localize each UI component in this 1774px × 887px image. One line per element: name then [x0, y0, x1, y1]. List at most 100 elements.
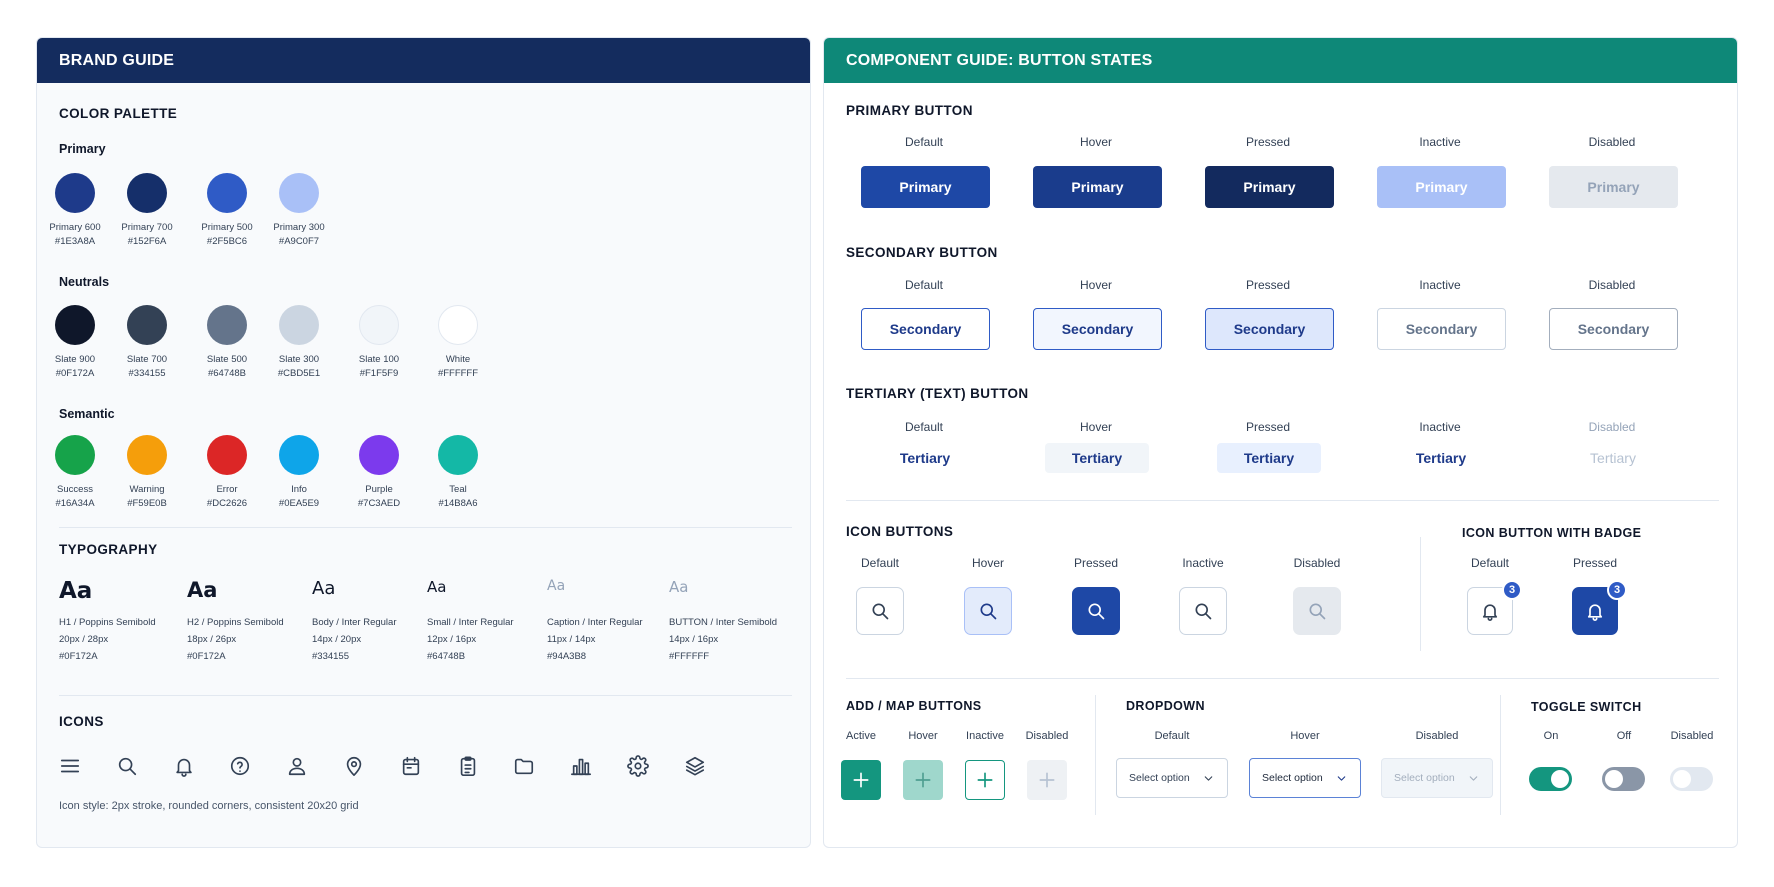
- primary-button-title: PRIMARY BUTTON: [846, 103, 973, 118]
- icon-button-disabled[interactable]: [1293, 587, 1341, 635]
- color-swatch-hex: #152F6A: [127, 236, 167, 247]
- clipboard-icon: [454, 752, 482, 780]
- add-button-hover[interactable]: [903, 760, 943, 800]
- color-swatch-hex: #FFFFFF: [437, 368, 479, 379]
- add-button-inactive[interactable]: [965, 760, 1005, 800]
- type-spec: Caption / Inter Regular: [547, 617, 643, 628]
- divider: [846, 678, 1719, 679]
- bar-chart-icon: [571, 758, 592, 776]
- type-color: #FFFFFF: [669, 651, 710, 662]
- neutral-colors-title: Neutrals: [59, 275, 110, 289]
- tertiary-button-default[interactable]: Tertiary: [873, 443, 977, 473]
- dropdown-disabled[interactable]: Select option: [1381, 758, 1493, 798]
- search-icon: [1195, 603, 1212, 620]
- type-size: 14px / 16px: [669, 634, 719, 645]
- icon-badge-title: ICON BUTTON WITH BADGE: [1462, 526, 1642, 540]
- color-swatch: Slate 700 #334155: [107, 305, 187, 379]
- secondary-button-hover[interactable]: Secondary: [1033, 308, 1162, 350]
- toggle-knob: [1551, 770, 1569, 788]
- calendar-icon: [397, 752, 425, 780]
- state-label-hover: Hover: [1079, 420, 1112, 434]
- dropdown-placeholder: Select option: [1129, 772, 1190, 784]
- color-swatch-hex: #7C3AED: [357, 498, 401, 509]
- secondary-button-default[interactable]: Secondary: [861, 308, 990, 350]
- color-swatch-name: Slate 700: [126, 354, 168, 365]
- secondary-button-pressed[interactable]: Secondary: [1205, 308, 1334, 350]
- add-button-active[interactable]: [841, 760, 881, 800]
- brand-guide-header: BRAND GUIDE: [37, 38, 810, 83]
- secondary-button-title: SECONDARY BUTTON: [846, 245, 998, 260]
- color-swatch: Slate 500 #64748B: [187, 305, 267, 379]
- type-sample-glyph: Aa: [312, 578, 336, 599]
- secondary-button-disabled[interactable]: Secondary: [1549, 308, 1678, 350]
- icon-button-inactive[interactable]: [1179, 587, 1227, 635]
- color-swatch-circle: [55, 305, 95, 345]
- add-button-disabled[interactable]: [1027, 760, 1067, 800]
- state-label-disabled: Disabled: [1293, 556, 1341, 570]
- state-label-default: Default: [904, 420, 944, 434]
- tertiary-button-pressed[interactable]: Tertiary: [1217, 443, 1321, 473]
- color-swatch-name: Primary 500: [201, 222, 253, 233]
- color-swatch-name: Slate 500: [206, 354, 248, 365]
- type-sample-glyph: Aa: [427, 578, 447, 596]
- toggle-switch-off[interactable]: [1602, 767, 1645, 791]
- state-label-disabled: Disabled: [1588, 278, 1636, 292]
- color-swatch-name: Primary 600: [49, 222, 101, 233]
- dropdown-default[interactable]: Select option: [1116, 758, 1228, 798]
- type-sample-glyph: Aa: [187, 578, 218, 602]
- icon-button-default[interactable]: [856, 587, 904, 635]
- tertiary-button-disabled[interactable]: Tertiary: [1561, 443, 1665, 473]
- notification-badge: 3: [1607, 580, 1627, 600]
- bell-icon: [170, 752, 198, 780]
- primary-colors-title: Primary: [59, 142, 106, 156]
- type-spec: H2 / Poppins Semibold: [187, 617, 284, 628]
- color-swatch-hex: #64748B: [207, 368, 247, 379]
- tertiary-button-title: TERTIARY (TEXT) BUTTON: [846, 386, 1029, 401]
- type-size: 18px / 26px: [187, 634, 237, 645]
- color-swatch-hex: #334155: [128, 368, 166, 379]
- gear-icon: [627, 755, 649, 777]
- help-icon: [231, 756, 250, 776]
- state-label-default: Default: [904, 135, 944, 149]
- dropdown-hover[interactable]: Select option: [1249, 758, 1361, 798]
- search-icon: [1309, 603, 1326, 620]
- color-swatch-hex: #A9C0F7: [278, 236, 320, 247]
- secondary-button-inactive[interactable]: Secondary: [1377, 308, 1506, 350]
- state-label-inactive: Inactive: [1419, 420, 1461, 434]
- type-sample-glyph: Aa: [669, 578, 689, 596]
- primary-button-pressed[interactable]: Primary: [1205, 166, 1334, 208]
- tertiary-button-inactive[interactable]: Tertiary: [1389, 443, 1493, 473]
- color-swatch-name: Teal: [449, 484, 467, 495]
- color-swatch-name: Slate 900: [54, 354, 96, 365]
- semantic-colors-title: Semantic: [59, 407, 115, 421]
- icon-badge-button-pressed[interactable]: 3: [1572, 580, 1627, 635]
- search-icon: [1088, 603, 1105, 620]
- menu-icon: [60, 759, 80, 773]
- type-color: #334155: [312, 651, 349, 662]
- divider: [1420, 537, 1421, 651]
- toggle-switch-disabled[interactable]: [1670, 767, 1713, 791]
- color-swatch: Slate 900 #0F172A: [37, 305, 115, 379]
- color-swatch-hex: #F1F5F9: [359, 368, 399, 379]
- color-swatch: Success #16A34A: [37, 435, 115, 509]
- color-swatch: Error #DC2626: [187, 435, 267, 509]
- icon-button-pressed[interactable]: [1072, 587, 1120, 635]
- tertiary-button-hover[interactable]: Tertiary: [1045, 443, 1149, 473]
- icon-badge-button-default[interactable]: 3: [1467, 580, 1522, 635]
- notification-badge: 3: [1502, 580, 1522, 600]
- divider: [59, 695, 792, 696]
- color-swatch-circle: [438, 305, 478, 345]
- state-label-disabled: Disabled: [1415, 730, 1459, 742]
- clipboard-icon: [460, 756, 475, 776]
- divider: [1095, 695, 1096, 815]
- primary-button-hover[interactable]: Primary: [1033, 166, 1162, 208]
- primary-button-inactive[interactable]: Primary: [1377, 166, 1506, 208]
- toggle-switch-on[interactable]: [1529, 767, 1572, 791]
- primary-button-default[interactable]: Primary: [861, 166, 990, 208]
- color-swatch-name: Slate 300: [278, 354, 320, 365]
- type-spec: Body / Inter Regular: [312, 617, 397, 628]
- search-icon: [118, 757, 136, 776]
- icon-button-hover[interactable]: [964, 587, 1012, 635]
- primary-button-disabled[interactable]: Primary: [1549, 166, 1678, 208]
- type-spec: Small / Inter Regular: [427, 617, 514, 628]
